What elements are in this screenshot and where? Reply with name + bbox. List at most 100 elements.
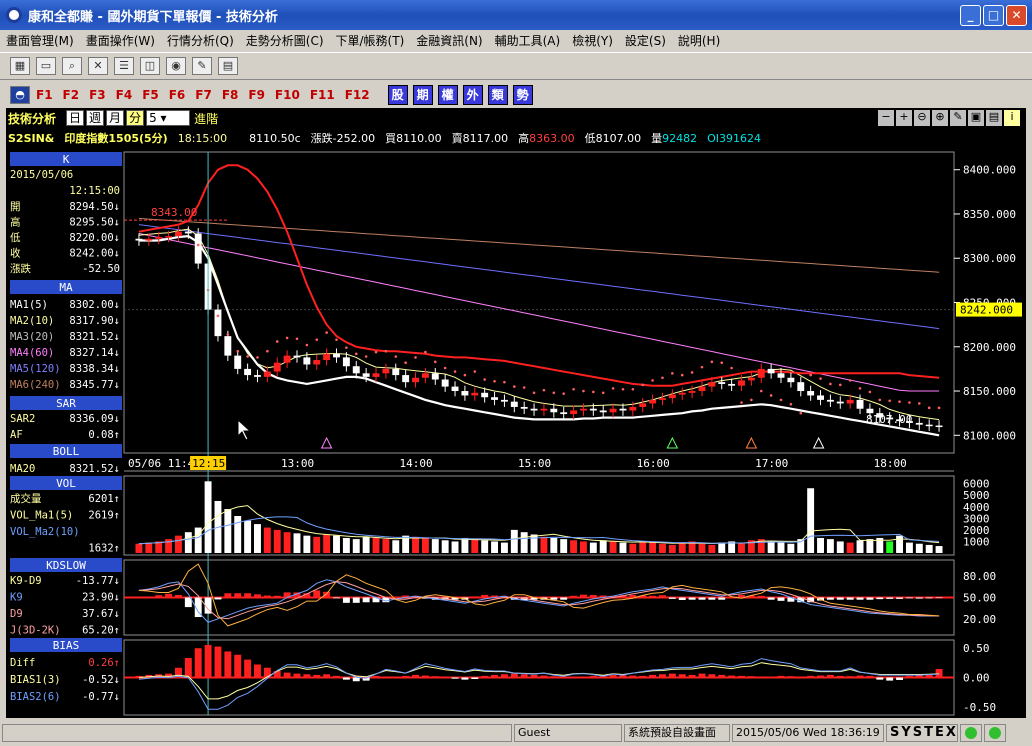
menu-item-3[interactable]: 走勢分析圖(C) bbox=[246, 32, 324, 49]
bias-diff-bar bbox=[323, 674, 331, 678]
period-tab-3[interactable]: 分 bbox=[126, 110, 145, 126]
menu-item-2[interactable]: 行情分析(Q) bbox=[167, 32, 234, 49]
candle bbox=[747, 377, 755, 381]
candle bbox=[293, 355, 301, 358]
volume-bar bbox=[807, 488, 815, 553]
minimize-button[interactable]: _ bbox=[960, 5, 981, 26]
kd-diff-bar bbox=[550, 597, 558, 600]
bias-diff-bar bbox=[639, 675, 647, 678]
list-icon[interactable]: ☰ bbox=[114, 57, 134, 75]
magnify-plus-icon[interactable]: ⊕ bbox=[932, 110, 948, 126]
period-tab-0[interactable]: 日 bbox=[66, 110, 85, 126]
quick-button-1[interactable]: 期 bbox=[412, 85, 433, 105]
draw-icon[interactable]: ✎ bbox=[950, 110, 966, 126]
advanced-link[interactable]: 進階 bbox=[194, 110, 218, 127]
volume-bar bbox=[244, 520, 252, 553]
period-tab-1[interactable]: 週 bbox=[86, 110, 105, 126]
technical-chart[interactable]: K 2015/05/06 12:15:00 開 8294.50↓ 高 8295.50↓ 低 82… bbox=[6, 148, 1026, 718]
home-icon[interactable]: ◓ bbox=[10, 86, 30, 104]
fkey-button-1[interactable]: F1 bbox=[36, 88, 53, 102]
layout-icon[interactable]: ▦ bbox=[10, 57, 30, 75]
menu-item-8[interactable]: 設定(S) bbox=[625, 32, 666, 49]
volume-bar bbox=[639, 541, 647, 553]
kd-row-label: K9-D9 bbox=[10, 575, 42, 587]
bias-diff-bar bbox=[194, 648, 202, 678]
bias-diff-bar bbox=[412, 674, 419, 678]
close-button[interactable]: ✕ bbox=[1006, 5, 1027, 26]
menu-item-1[interactable]: 畫面操作(W) bbox=[86, 32, 155, 49]
search-icon[interactable]: ⌕ bbox=[62, 57, 82, 75]
candle bbox=[767, 368, 775, 374]
fkey-button-4[interactable]: F4 bbox=[116, 88, 133, 102]
menu-item-6[interactable]: 輔助工具(A) bbox=[495, 32, 561, 49]
period-tab-2[interactable]: 月 bbox=[106, 110, 125, 126]
print-icon[interactable]: ▤ bbox=[986, 110, 1002, 126]
sar-dot bbox=[295, 337, 299, 341]
sar-dot bbox=[463, 373, 467, 377]
menu-item-9[interactable]: 說明(H) bbox=[678, 32, 720, 49]
quick-button-4[interactable]: 類 bbox=[487, 85, 508, 105]
interval-select[interactable]: 5 ▾ bbox=[146, 110, 191, 126]
volume-bar bbox=[323, 534, 331, 553]
sar-dot bbox=[325, 331, 328, 334]
kd-row-value: 23.90↓ bbox=[82, 592, 120, 604]
fkey-button-2[interactable]: F2 bbox=[63, 88, 80, 102]
candle bbox=[283, 355, 291, 363]
fkey-button-6[interactable]: F6 bbox=[169, 88, 186, 102]
panel-title-vol: VOL bbox=[56, 477, 76, 490]
volume-bar bbox=[421, 537, 429, 553]
quick-button-3[interactable]: 外 bbox=[462, 85, 483, 105]
menu-item-0[interactable]: 畫面管理(M) bbox=[6, 32, 74, 49]
menu-item-7[interactable]: 檢視(Y) bbox=[572, 32, 613, 49]
chart-window-icon[interactable]: ▤ bbox=[218, 57, 238, 75]
candle bbox=[155, 236, 163, 239]
info-icon[interactable]: i bbox=[1004, 110, 1020, 126]
fkey-button-8[interactable]: F8 bbox=[222, 88, 239, 102]
globe-icon[interactable]: ◉ bbox=[166, 57, 186, 75]
fkey-button-11[interactable]: F11 bbox=[310, 88, 335, 102]
ma1-line bbox=[138, 234, 940, 437]
menu-item-4[interactable]: 下單/帳務(T) bbox=[336, 32, 405, 49]
magnify-minus-icon[interactable]: ⊖ bbox=[914, 110, 930, 126]
quick-button-5[interactable]: 勢 bbox=[512, 85, 533, 105]
fkey-button-3[interactable]: F3 bbox=[89, 88, 106, 102]
quick-button-2[interactable]: 權 bbox=[437, 85, 458, 105]
fkey-button-12[interactable]: F12 bbox=[345, 88, 370, 102]
sar-dot bbox=[414, 356, 417, 359]
kd-diff-bar bbox=[165, 593, 173, 598]
bias-diff-bar bbox=[342, 677, 350, 680]
kd-diff-bar bbox=[886, 597, 894, 599]
candle bbox=[303, 357, 311, 365]
candle bbox=[263, 371, 271, 377]
fkey-button-9[interactable]: F9 bbox=[248, 88, 265, 102]
kd-diff-bar bbox=[342, 597, 350, 603]
fkey-button-7[interactable]: F7 bbox=[195, 88, 212, 102]
panel-title-sar: SAR bbox=[56, 397, 76, 410]
monitor-icon[interactable]: ▭ bbox=[36, 57, 56, 75]
sar-dot bbox=[394, 355, 398, 358]
save-icon[interactable]: ▣ bbox=[968, 110, 984, 126]
menu-item-5[interactable]: 金融資訊(N) bbox=[416, 32, 482, 49]
bias-row-value: 0.26↑ bbox=[88, 657, 120, 669]
fkey-button-5[interactable]: F5 bbox=[142, 88, 159, 102]
sar-dot bbox=[690, 371, 694, 374]
volume-bar bbox=[313, 536, 321, 553]
zoom-out-icon[interactable]: − bbox=[878, 110, 894, 126]
close-window-icon[interactable]: ✕ bbox=[88, 57, 108, 75]
quick-button-0[interactable]: 股 bbox=[387, 85, 408, 105]
kd-diff-bar bbox=[352, 597, 360, 603]
sar-dot bbox=[315, 338, 319, 341]
maximize-button[interactable]: □ bbox=[983, 5, 1004, 26]
volume-bar bbox=[431, 539, 439, 553]
zoom-in-icon[interactable]: + bbox=[896, 110, 912, 126]
candle bbox=[441, 379, 449, 387]
edit-icon[interactable]: ✎ bbox=[192, 57, 212, 75]
candle bbox=[500, 399, 508, 402]
tile-icon[interactable]: ◫ bbox=[140, 57, 160, 75]
kd-diff-bar bbox=[678, 597, 686, 600]
sar-row-value: 0.08↑ bbox=[88, 429, 120, 441]
fkey-button-10[interactable]: F10 bbox=[275, 88, 300, 102]
candle bbox=[382, 368, 390, 374]
kd-diff-bar bbox=[234, 593, 242, 598]
bias-diff-bar bbox=[372, 675, 380, 678]
